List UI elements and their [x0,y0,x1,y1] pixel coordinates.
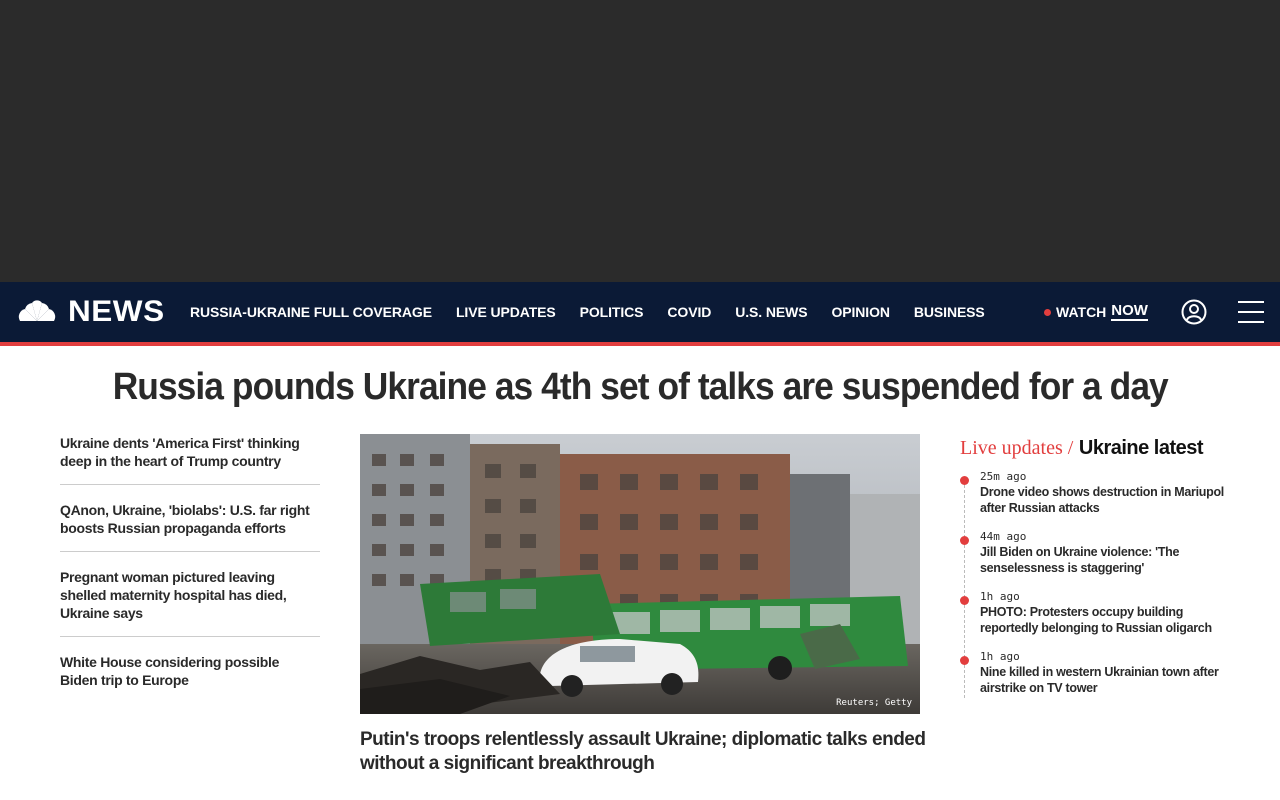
related-story[interactable]: White House considering possible Biden t… [60,653,320,703]
live-update-item[interactable]: 1h ago PHOTO: Protesters occupy building… [960,590,1240,636]
watch-now-label: NOW [1111,302,1148,321]
timeline-dot-icon [960,596,969,605]
nav-link-live-updates[interactable]: LIVE UPDATES [456,304,556,320]
main-headline-text: Russia pounds Ukraine as 4th set of talk… [112,366,1168,408]
nav-link-opinion[interactable]: OPINION [831,304,890,320]
related-story[interactable]: Ukraine dents 'America First' thinking d… [60,434,320,485]
live-update-time: 25m ago [980,470,1027,483]
hero-image[interactable]: Reuters; Getty [360,434,920,714]
live-update-item[interactable]: 25m ago Drone video shows destruction in… [960,470,1240,516]
hamburger-menu-icon[interactable] [1238,300,1264,324]
related-story[interactable]: QAnon, Ukraine, 'biolabs': U.S. far righ… [60,501,320,552]
live-update-title: Nine killed in western Ukrainian town af… [980,665,1219,695]
nav-accent-line [0,342,1280,346]
live-update-item[interactable]: 44m ago Jill Biden on Ukraine violence: … [960,530,1240,576]
nav-link-covid[interactable]: COVID [667,304,711,320]
nav-link-business[interactable]: BUSINESS [914,304,985,320]
nav-link-russia-ukraine[interactable]: RUSSIA-UKRAINE FULL COVERAGE [190,304,432,320]
timeline-dot-icon [960,476,969,485]
watch-label: WATCH [1056,304,1107,320]
live-dot-icon [1044,308,1051,316]
nav-link-us-news[interactable]: U.S. NEWS [735,304,807,320]
peacock-icon [18,300,56,321]
live-update-item[interactable]: 1h ago Nine killed in western Ukrainian … [960,650,1240,696]
related-story[interactable]: Pregnant woman pictured leaving shelled … [60,568,320,637]
ad-placeholder [0,0,1280,282]
main-headline[interactable]: Russia pounds Ukraine as 4th set of talk… [0,366,1280,409]
live-update-time: 1h ago [980,650,1020,663]
nbc-news-logo[interactable]: NEWS [16,295,164,328]
photo-credit: Reuters; Getty [836,698,912,708]
related-stories-list: Ukraine dents 'America First' thinking d… [60,434,320,719]
live-updates-header: Live updates / Ukraine latest [960,434,1240,462]
live-update-time: 1h ago [980,590,1020,603]
timeline-dot-icon [960,536,969,545]
live-updates-label: Live updates / [960,437,1074,459]
logo-wordmark: NEWS [68,295,165,328]
nav-link-politics[interactable]: POLITICS [580,304,644,320]
account-icon[interactable] [1181,299,1207,325]
live-update-title: PHOTO: Protesters occupy building report… [980,605,1212,635]
live-update-title: Drone video shows destruction in Mariupo… [980,485,1224,515]
live-updates-list: 25m ago Drone video shows destruction in… [960,470,1240,698]
live-updates-topic[interactable]: Ukraine latest [1079,437,1204,459]
watch-now-button[interactable]: WATCH NOW [1044,300,1148,324]
live-update-time: 44m ago [980,530,1027,543]
live-update-title: Jill Biden on Ukraine violence: 'The sen… [980,545,1180,575]
timeline-dot-icon [960,656,969,665]
live-updates-panel: Live updates / Ukraine latest 25m ago Dr… [960,434,1240,710]
hero-caption[interactable]: Putin's troops relentlessly assault Ukra… [360,728,930,776]
nav-links: RUSSIA-UKRAINE FULL COVERAGE LIVE UPDATE… [190,282,1009,342]
